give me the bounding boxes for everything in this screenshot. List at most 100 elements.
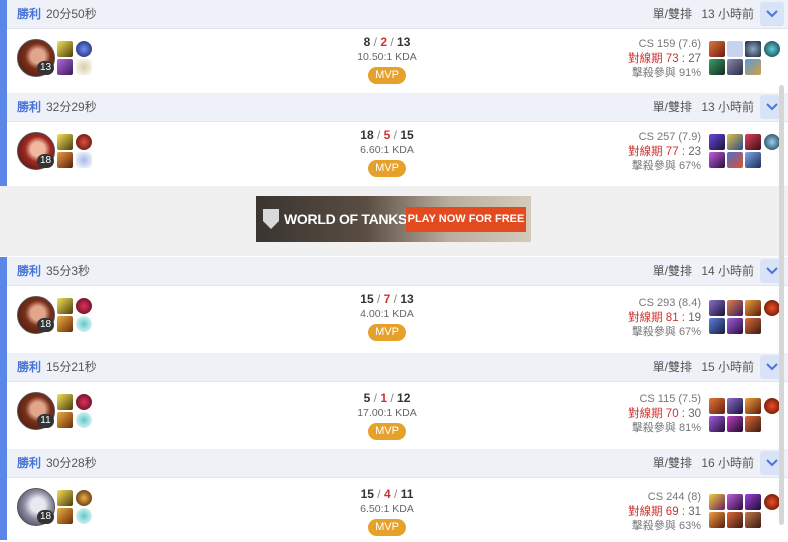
lane-stat: 對線期 81 : 19 xyxy=(628,311,701,324)
mvp-badge: MVP xyxy=(368,423,406,440)
kda-line: 15 / 7 / 13 xyxy=(360,292,414,306)
match-body: 18 15 / 7 / 13 4.00:1 KDA MVP CS 293 (8.… xyxy=(7,286,788,350)
kda-block: 8 / 2 / 13 10.50:1 KDA MVP xyxy=(327,34,447,84)
match-card[interactable]: 勝利 15分21秒 單/雙排 15 小時前 11 5 / 1 / 12 17.0… xyxy=(0,353,788,449)
play-now-button[interactable]: PLAY NOW FOR FREE xyxy=(406,207,526,232)
match-card[interactable]: 勝利 32分29秒 單/雙排 13 小時前 18 18 / 5 / 15 6.6… xyxy=(0,93,788,186)
spell-ignite-icon xyxy=(57,316,73,332)
rune-keystone-icon xyxy=(76,394,92,410)
match-card[interactable]: 勝利 20分50秒 單/雙排 13 小時前 13 8 / 2 / 13 10.5… xyxy=(0,0,788,93)
kills: 18 xyxy=(360,128,374,142)
assists: 11 xyxy=(400,487,414,501)
kda-ratio: 17.00:1 KDA xyxy=(357,407,417,419)
match-header: 勝利 35分3秒 單/雙排 14 小時前 xyxy=(7,257,788,286)
cs-stat: CS 244 (8) xyxy=(647,491,701,503)
win-indicator xyxy=(0,257,7,353)
chevron-down-icon xyxy=(766,459,778,467)
rune-keystone-icon xyxy=(76,298,92,314)
deaths: 2 xyxy=(380,35,387,49)
item-icon xyxy=(745,512,761,528)
kill-participation: 擊殺參與 67% xyxy=(631,326,701,338)
match-result: 勝利 xyxy=(17,264,42,278)
lane-stat: 對線期 70 : 30 xyxy=(628,407,701,420)
assists: 13 xyxy=(397,35,411,49)
kill-participation: 擊殺參與 67% xyxy=(631,160,701,172)
time-ago: 15 小時前 xyxy=(701,360,754,374)
match-stats: CS 115 (7.5) 對線期 70 : 30 擊殺參與 81% xyxy=(628,392,701,436)
chevron-down-icon xyxy=(766,103,778,111)
win-indicator xyxy=(0,0,7,93)
queue-type: 單/雙排 xyxy=(652,360,692,374)
deaths: 4 xyxy=(383,487,391,501)
ward-icon xyxy=(764,398,780,414)
spell-flash-icon xyxy=(57,298,73,314)
item-icon xyxy=(709,134,725,150)
rune-keystone-icon xyxy=(76,41,92,57)
rune-secondary-icon xyxy=(76,152,92,168)
item-icon xyxy=(709,59,725,75)
item-icon xyxy=(709,300,725,316)
item-icon xyxy=(745,318,761,334)
expand-button[interactable] xyxy=(760,2,784,26)
chevron-down-icon xyxy=(766,267,778,275)
match-header: 勝利 32分29秒 單/雙排 13 小時前 xyxy=(7,93,788,122)
kda-line: 5 / 1 / 12 xyxy=(363,391,411,405)
spell-ignite-icon xyxy=(57,412,73,428)
match-result: 勝利 xyxy=(17,456,42,470)
champion-level: 11 xyxy=(37,414,54,428)
ward-icon xyxy=(764,494,780,510)
item-icon xyxy=(727,41,743,57)
kda-line: 18 / 5 / 15 xyxy=(360,128,414,142)
match-duration: 32分29秒 xyxy=(46,100,97,114)
item-icon xyxy=(709,41,725,57)
kda-line: 15 / 4 / 11 xyxy=(360,487,414,501)
match-header: 勝利 15分21秒 單/雙排 15 小時前 xyxy=(7,353,788,382)
rune-secondary-icon xyxy=(76,316,92,332)
ad-banner[interactable]: WORLD OF TANKS PLAY NOW FOR FREE xyxy=(256,196,531,242)
item-icon xyxy=(709,152,725,168)
assists: 12 xyxy=(397,391,411,405)
item-icon xyxy=(727,416,743,432)
match-body: 18 15 / 4 / 11 6.50:1 KDA MVP CS 244 (8)… xyxy=(7,478,788,542)
kda-block: 5 / 1 / 12 17.00:1 KDA MVP xyxy=(327,390,447,440)
scrollbar[interactable] xyxy=(779,85,784,525)
time-ago: 16 小時前 xyxy=(701,456,754,470)
match-card[interactable]: 勝利 35分3秒 單/雙排 14 小時前 18 15 / 7 / 13 4.00… xyxy=(0,257,788,353)
item-icon xyxy=(709,494,725,510)
lane-stat: 對線期 77 : 23 xyxy=(628,145,701,158)
match-card[interactable]: 勝利 30分28秒 單/雙排 16 小時前 18 15 / 4 / 11 6.5… xyxy=(0,449,788,540)
ward-icon xyxy=(764,300,780,316)
ward-icon xyxy=(764,134,780,150)
match-stats: CS 244 (8) 對線期 69 : 31 擊殺參與 63% xyxy=(628,490,701,534)
time-ago: 14 小時前 xyxy=(701,264,754,278)
item-icon xyxy=(745,134,761,150)
champion-level: 18 xyxy=(37,318,54,332)
shield-icon xyxy=(263,209,279,229)
item-icon xyxy=(709,318,725,334)
kda-block: 15 / 4 / 11 6.50:1 KDA MVP xyxy=(327,486,447,536)
ward-icon xyxy=(764,41,780,57)
mvp-badge: MVP xyxy=(368,519,406,536)
rune-keystone-icon xyxy=(76,134,92,150)
win-indicator xyxy=(0,93,7,186)
mvp-badge: MVP xyxy=(368,67,406,84)
spell-flash-icon xyxy=(57,134,73,150)
item-icon xyxy=(727,59,743,75)
item-icon xyxy=(709,416,725,432)
kda-block: 18 / 5 / 15 6.60:1 KDA MVP xyxy=(327,127,447,177)
kill-participation: 擊殺參與 63% xyxy=(631,520,701,532)
rune-keystone-icon xyxy=(76,490,92,506)
match-header: 勝利 20分50秒 單/雙排 13 小時前 xyxy=(7,0,788,29)
item-icon xyxy=(745,152,761,168)
item-icon xyxy=(727,398,743,414)
queue-type: 單/雙排 xyxy=(652,456,692,470)
queue-type: 單/雙排 xyxy=(652,100,692,114)
win-indicator xyxy=(0,353,7,449)
kill-participation: 擊殺參與 91% xyxy=(631,67,701,79)
cs-stat: CS 257 (7.9) xyxy=(638,131,701,143)
kill-participation: 擊殺參與 81% xyxy=(631,422,701,434)
item-icon xyxy=(745,300,761,316)
item-icon xyxy=(709,398,725,414)
item-icon xyxy=(745,398,761,414)
lane-stat: 對線期 69 : 31 xyxy=(628,505,701,518)
